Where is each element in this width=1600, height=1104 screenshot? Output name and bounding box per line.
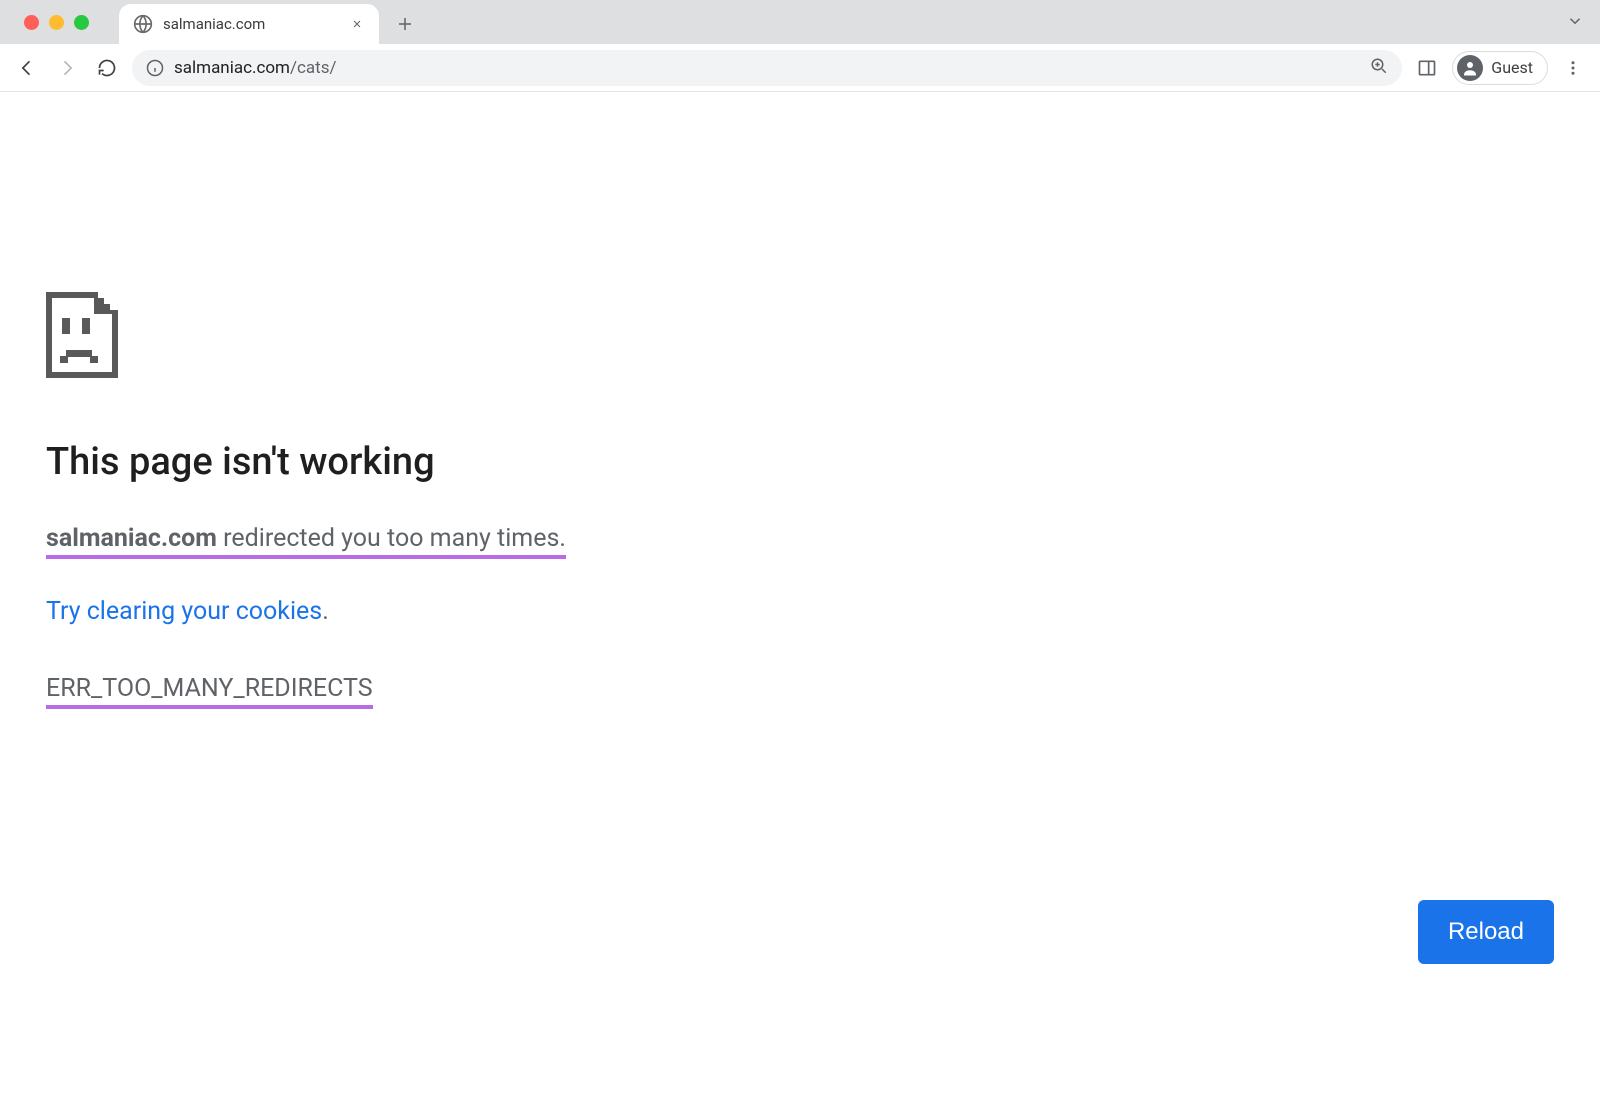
address-bar[interactable]: salmaniac.com/cats/ bbox=[132, 50, 1402, 86]
window-close-icon[interactable] bbox=[24, 15, 39, 30]
error-code: ERR_TOO_MANY_REDIRECTS bbox=[46, 674, 373, 709]
tab-title: salmaniac.com bbox=[163, 15, 339, 33]
browser-toolbar: salmaniac.com/cats/ Guest bbox=[0, 44, 1600, 92]
forward-button[interactable] bbox=[52, 53, 82, 83]
zoom-icon[interactable] bbox=[1370, 57, 1388, 79]
error-heading: This page isn't working bbox=[46, 440, 1554, 484]
error-redirect-text: redirected you too many times. bbox=[217, 524, 566, 553]
window-traffic-lights bbox=[10, 0, 99, 44]
error-message: salmaniac.com redirected you too many ti… bbox=[46, 524, 566, 559]
url-host: salmaniac.com bbox=[174, 58, 290, 78]
window-fullscreen-icon[interactable] bbox=[74, 15, 89, 30]
side-panel-button[interactable] bbox=[1412, 53, 1442, 83]
reload-button[interactable]: Reload bbox=[1418, 900, 1554, 964]
back-button[interactable] bbox=[12, 53, 42, 83]
site-info-icon[interactable] bbox=[146, 59, 164, 77]
error-host: salmaniac.com bbox=[46, 524, 217, 553]
sad-page-icon bbox=[46, 292, 118, 378]
error-page: This page isn't working salmaniac.com re… bbox=[0, 92, 1600, 1104]
reload-nav-button[interactable] bbox=[92, 53, 122, 83]
profile-chip[interactable]: Guest bbox=[1452, 51, 1548, 85]
profile-label: Guest bbox=[1491, 58, 1533, 77]
window-minimize-icon[interactable] bbox=[49, 15, 64, 30]
url-text: salmaniac.com/cats/ bbox=[174, 58, 336, 78]
url-path: /cats/ bbox=[290, 58, 337, 78]
new-tab-button[interactable] bbox=[389, 8, 421, 40]
browser-tab[interactable]: salmaniac.com bbox=[119, 4, 379, 44]
cookies-period: . bbox=[322, 597, 329, 626]
tab-strip: salmaniac.com bbox=[0, 0, 1600, 44]
avatar-icon bbox=[1457, 55, 1483, 81]
cookies-suggestion: Try clearing your cookies. bbox=[46, 597, 1554, 626]
tab-close-button[interactable] bbox=[349, 16, 365, 32]
globe-icon bbox=[133, 14, 153, 34]
clear-cookies-link[interactable]: Try clearing your cookies bbox=[46, 597, 322, 626]
tabs-dropdown-button[interactable] bbox=[1566, 12, 1584, 34]
chrome-menu-button[interactable] bbox=[1558, 53, 1588, 83]
